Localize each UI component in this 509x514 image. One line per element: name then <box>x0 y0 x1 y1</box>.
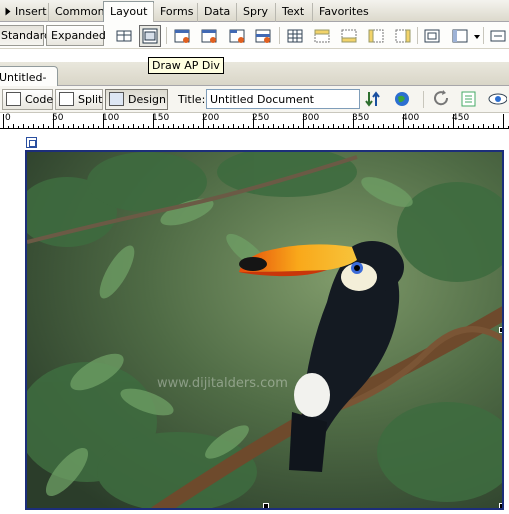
ruler-label: 400 <box>402 113 420 123</box>
ruler-label: 250 <box>252 113 270 123</box>
preview-browser-icon[interactable] <box>393 89 413 109</box>
layout-toolbar: Standard Expanded <box>0 22 509 49</box>
ap-div-anchor-icon[interactable] <box>26 137 37 148</box>
file-management-icon[interactable] <box>364 89 384 109</box>
insert-div-tag-icon[interactable] <box>172 26 192 46</box>
spry-menu-bar-icon[interactable] <box>199 26 219 46</box>
ruler-label: 350 <box>352 113 370 123</box>
draw-ap-div-icon[interactable] <box>139 25 161 47</box>
ruler-label: 300 <box>302 113 320 123</box>
spry-tabbed-panels-icon[interactable] <box>227 26 247 46</box>
horizontal-ruler: 0 50 100 150 200 250 300 350 400 450 <box>0 113 509 129</box>
insert-row-below-icon[interactable] <box>339 26 359 46</box>
ruler-label: 100 <box>102 113 120 123</box>
spry-accordion-icon[interactable] <box>253 26 273 46</box>
document-toolbar: Code Split Design Title: <box>0 86 509 113</box>
toolbar-divider <box>483 27 484 44</box>
ruler-label: 200 <box>202 113 220 123</box>
tooltip: Draw AP Div <box>148 57 224 74</box>
resize-handle-bottom-right[interactable] <box>499 503 502 508</box>
tab-forms[interactable]: Forms <box>153 3 199 22</box>
code-view-icon <box>6 92 21 106</box>
ap-div-image[interactable]: www.dijitalders.com <box>25 150 504 510</box>
tab-layout[interactable]: Layout <box>103 1 155 23</box>
toolbar-divider <box>166 27 167 44</box>
ruler-label: 150 <box>152 113 170 123</box>
design-label: Design <box>128 93 166 106</box>
insert-label: Insert <box>15 5 47 18</box>
resize-handle-bottom[interactable] <box>263 503 269 508</box>
ruler-label: 50 <box>52 113 64 123</box>
refresh-icon[interactable] <box>432 89 452 109</box>
image-watermark: www.dijitalders.com <box>157 376 288 391</box>
frames-icon[interactable] <box>450 26 470 46</box>
standard-mode-button[interactable]: Standard <box>0 25 51 46</box>
design-canvas[interactable]: www.dijitalders.com <box>0 130 509 514</box>
toucan-photo: www.dijitalders.com <box>27 152 502 508</box>
table-icon[interactable] <box>114 26 134 46</box>
document-tab[interactable]: Untitled-1* <box>0 66 58 97</box>
toolbar-divider <box>423 91 424 108</box>
title-input[interactable] <box>206 89 360 109</box>
insert-row-above-icon[interactable] <box>312 26 332 46</box>
ruler-label: 450 <box>452 113 470 123</box>
code-label: Code <box>25 93 54 106</box>
table-layout-icon[interactable] <box>285 26 305 46</box>
insert-menu-toggle[interactable]: Insert <box>0 3 53 22</box>
insert-column-right-icon[interactable] <box>393 26 413 46</box>
toolbar-divider <box>279 27 280 44</box>
collapse-arrow-icon <box>5 7 11 16</box>
tab-spry[interactable]: Spry <box>236 3 274 22</box>
tab-favorites[interactable]: Favorites <box>312 3 375 22</box>
split-view-button[interactable]: Split <box>55 89 103 110</box>
ruler-label: 0 <box>5 113 11 123</box>
frames-dropdown-arrow-icon[interactable] <box>474 35 480 39</box>
split-label: Split <box>78 93 103 106</box>
visual-aids-icon[interactable] <box>487 89 507 109</box>
expanded-mode-button[interactable]: Expanded <box>46 25 106 46</box>
tag-chooser-icon[interactable] <box>488 26 508 46</box>
resize-handle-right[interactable] <box>499 327 502 333</box>
tab-data[interactable]: Data <box>197 3 236 22</box>
toolbar-divider <box>417 27 418 44</box>
split-view-icon <box>59 92 74 106</box>
iframe-icon[interactable] <box>422 26 442 46</box>
code-view-button[interactable]: Code <box>2 89 53 110</box>
design-view-button[interactable]: Design <box>105 89 168 110</box>
insert-bar: Insert Common Layout Forms Data Spry Tex… <box>0 0 509 23</box>
design-view-icon <box>109 92 124 106</box>
view-options-icon[interactable] <box>459 89 479 109</box>
document-tab-strip: Untitled-1* <box>0 62 509 97</box>
title-label: Title: <box>178 93 206 106</box>
tab-common[interactable]: Common <box>48 3 111 22</box>
insert-column-left-icon[interactable] <box>366 26 386 46</box>
tab-text[interactable]: Text <box>275 3 310 22</box>
